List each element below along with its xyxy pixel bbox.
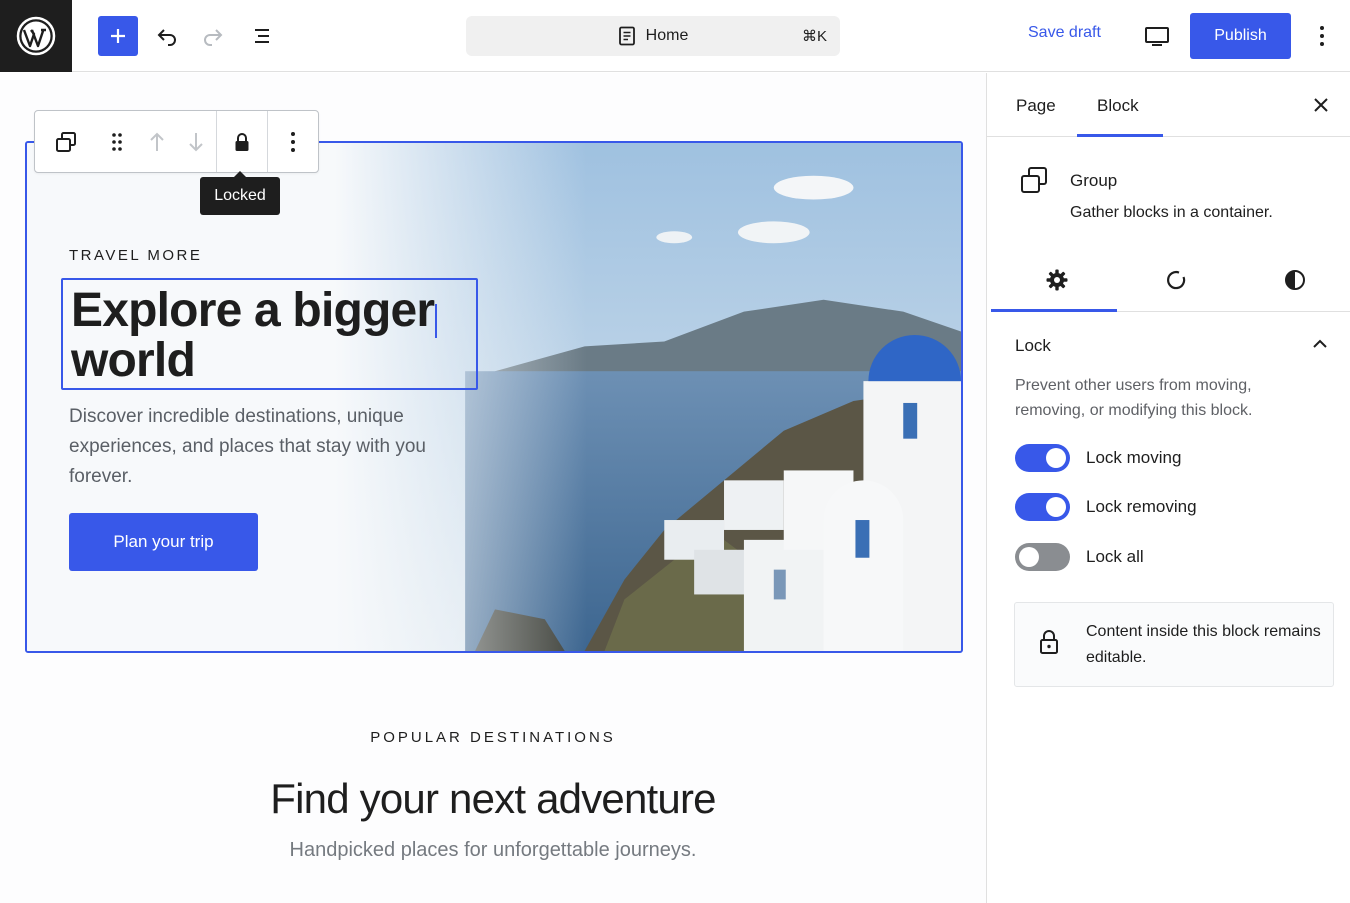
tab-contrast[interactable] — [1280, 265, 1310, 295]
add-block-button[interactable] — [98, 16, 138, 56]
group-icon — [55, 131, 76, 152]
lock-button[interactable] — [217, 111, 267, 172]
hero-heading-line-2[interactable]: world — [71, 336, 468, 386]
lock-all-label: Lock all — [1086, 547, 1144, 566]
page-icon — [618, 26, 635, 46]
hero-heading-line-1[interactable]: Explore a bigger — [71, 286, 468, 336]
editor-header: Home ⌘K Save draft Publish — [0, 0, 1350, 72]
toggle-knob — [1046, 497, 1066, 517]
hero-heading-block[interactable]: Explore a bigger world — [61, 278, 478, 390]
lock-outline-icon — [1040, 630, 1058, 654]
more-vertical-icon — [291, 131, 296, 152]
redo-button[interactable] — [193, 16, 233, 56]
command-shortcut: ⌘K — [801, 28, 827, 45]
plan-your-trip-button[interactable]: Plan your trip — [69, 513, 258, 571]
move-down-button[interactable] — [177, 111, 217, 172]
drag-handle-icon — [111, 132, 122, 151]
styles-icon — [1167, 270, 1186, 290]
undo-button[interactable] — [147, 16, 187, 56]
tab-settings[interactable] — [1042, 265, 1072, 295]
block-name: Group — [1070, 171, 1118, 190]
editor-canvas: TRAVEL MORE Explore a bigger world Disco… — [0, 73, 986, 903]
block-type-button[interactable] — [35, 111, 97, 172]
lock-moving-row[interactable]: Lock moving — [1015, 444, 1181, 472]
lock-all-row[interactable]: Lock all — [1015, 543, 1144, 571]
tab-page[interactable]: Page — [1016, 96, 1056, 116]
close-icon[interactable] — [1311, 95, 1331, 115]
popular-title[interactable]: Find your next adventure — [0, 775, 986, 823]
tab-block[interactable]: Block — [1097, 96, 1139, 116]
save-draft-button[interactable]: Save draft — [1028, 24, 1101, 42]
publish-button[interactable]: Publish — [1190, 13, 1291, 59]
lock-notice-text: Content inside this block remains editab… — [1086, 623, 1321, 666]
hero-description[interactable]: Discover incredible destinations, unique… — [69, 402, 469, 492]
popular-eyebrow[interactable]: POPULAR DESTINATIONS — [0, 729, 986, 746]
settings-sidebar: Page Block Group Gather blocks in a cont… — [986, 73, 1350, 903]
lock-removing-toggle[interactable] — [1015, 493, 1070, 521]
lock-moving-label: Lock moving — [1086, 448, 1182, 467]
options-button[interactable] — [1302, 16, 1342, 56]
group-icon — [1021, 167, 1047, 193]
tab-styles[interactable] — [1161, 265, 1191, 295]
move-up-button[interactable] — [137, 111, 177, 172]
move-down-icon — [189, 132, 204, 151]
lock-moving-toggle[interactable] — [1015, 444, 1070, 472]
chevron-up-icon[interactable] — [1311, 337, 1329, 351]
plus-icon — [111, 29, 125, 43]
redo-icon — [204, 29, 223, 46]
undo-icon — [157, 29, 176, 46]
command-bar-title: Home — [645, 27, 689, 44]
lock-help-text: Prevent other users from moving, removin… — [1015, 377, 1253, 419]
toggle-knob — [1046, 448, 1066, 468]
lock-removing-label: Lock removing — [1086, 497, 1197, 516]
locked-tooltip: Locked — [200, 171, 280, 215]
wordpress-logo-icon[interactable] — [0, 0, 72, 72]
drag-handle-button[interactable] — [97, 111, 137, 172]
sidebar-tabs: Page Block — [987, 73, 1350, 137]
block-description: Gather blocks in a container. — [1070, 204, 1273, 221]
hero-eyebrow[interactable]: TRAVEL MORE — [69, 247, 202, 264]
lock-panel-title[interactable]: Lock — [1015, 336, 1051, 356]
desktop-preview-icon — [1145, 27, 1169, 46]
hero-gradient-overlay — [27, 143, 587, 651]
more-vertical-icon — [1320, 26, 1324, 46]
inspector-subtabs — [991, 249, 1350, 312]
contrast-icon — [1285, 270, 1305, 290]
lock-notice: Content inside this block remains editab… — [1014, 602, 1334, 687]
lock-all-toggle[interactable] — [1015, 543, 1070, 571]
popular-subtitle[interactable]: Handpicked places for unforgettable jour… — [0, 839, 986, 862]
block-toolbar — [34, 110, 319, 173]
text-cursor — [435, 304, 437, 338]
document-overview-icon — [255, 29, 269, 43]
active-subtab-indicator — [991, 309, 1117, 312]
lock-removing-row[interactable]: Lock removing — [1015, 493, 1197, 521]
toggle-knob — [1019, 547, 1039, 567]
move-up-icon — [149, 132, 164, 151]
lock-icon — [235, 132, 249, 151]
command-palette-bar[interactable]: Home ⌘K — [466, 16, 840, 56]
block-card: Group Gather blocks in a container. — [987, 137, 1350, 247]
block-options-button[interactable] — [268, 111, 318, 172]
preview-button[interactable] — [1137, 16, 1177, 56]
group-block-hero[interactable]: TRAVEL MORE Explore a bigger world Disco… — [25, 141, 963, 653]
document-overview-button[interactable] — [242, 16, 282, 56]
settings-icon — [1046, 269, 1068, 291]
